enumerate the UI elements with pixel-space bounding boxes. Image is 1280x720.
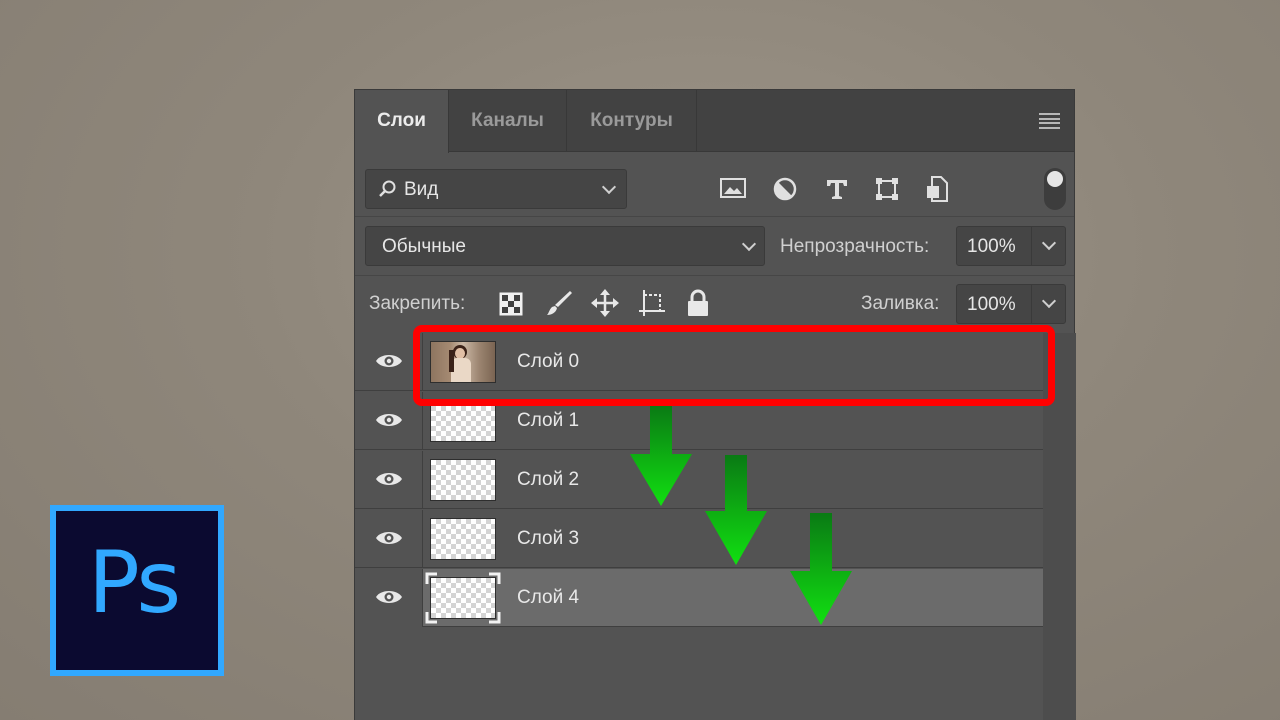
selection-brackets-icon	[425, 572, 501, 624]
layer-name[interactable]: Слой 4	[517, 569, 579, 627]
filter-toggle-switch[interactable]	[1044, 168, 1066, 210]
tab-paths[interactable]: Контуры	[567, 90, 697, 152]
green-arrow-icon	[705, 455, 767, 565]
highlight-frame	[413, 325, 1055, 406]
layer-row[interactable]: Слой 2	[355, 451, 1043, 509]
lock-image-icon[interactable]	[545, 289, 573, 317]
search-icon	[379, 180, 396, 197]
adjustment-filter-icon[interactable]	[773, 177, 797, 201]
fill-value: 100%	[967, 294, 1016, 315]
lock-position-icon[interactable]	[591, 289, 619, 317]
layer-row[interactable]: Слой 3	[355, 510, 1043, 568]
fill-label: Заливка:	[861, 293, 940, 314]
opacity-input[interactable]: 100%	[956, 226, 1066, 266]
shape-filter-icon[interactable]	[875, 177, 899, 201]
opacity-value: 100%	[967, 236, 1016, 257]
chevron-down-icon	[741, 236, 757, 252]
layer-filter-select[interactable]: Вид	[365, 169, 627, 209]
lock-transparent-icon[interactable]	[499, 292, 523, 316]
filter-kind-label: Вид	[404, 179, 439, 200]
image-filter-icon[interactable]	[720, 177, 746, 199]
smart-object-filter-icon[interactable]	[926, 176, 950, 202]
blend-mode-value: Обычные	[382, 236, 466, 257]
layer-thumbnail-transparent	[430, 459, 496, 501]
green-arrow-icon	[790, 513, 852, 625]
visibility-eye-icon[interactable]	[375, 587, 403, 607]
tab-channels[interactable]: Каналы	[449, 90, 567, 152]
lock-artboard-icon[interactable]	[638, 289, 666, 317]
green-arrow-icon	[630, 406, 692, 506]
layer-name[interactable]: Слой 3	[517, 510, 579, 568]
layer-thumbnail-transparent	[430, 518, 496, 560]
panel-tab-bar: Слои Каналы Контуры	[355, 90, 1074, 153]
logo-text: Ps	[88, 533, 181, 633]
visibility-eye-icon[interactable]	[375, 528, 403, 548]
chevron-down-icon[interactable]	[1041, 293, 1057, 309]
visibility-eye-icon[interactable]	[375, 469, 403, 489]
photoshop-logo: Ps	[50, 505, 224, 676]
layer-thumbnail-transparent	[430, 400, 496, 442]
blend-mode-select[interactable]: Обычные	[365, 226, 765, 266]
layer-name[interactable]: Слой 2	[517, 451, 579, 509]
fill-input[interactable]: 100%	[956, 284, 1066, 324]
layer-row-selected[interactable]: Слой 4	[355, 569, 1043, 627]
tab-layers[interactable]: Слои	[355, 90, 449, 153]
chevron-down-icon[interactable]	[1041, 235, 1057, 251]
type-filter-icon[interactable]	[825, 177, 849, 201]
lock-all-icon[interactable]	[686, 289, 710, 317]
visibility-eye-icon[interactable]	[375, 351, 403, 371]
visibility-eye-icon[interactable]	[375, 410, 403, 430]
opacity-label: Непрозрачность:	[780, 236, 930, 257]
chevron-down-icon	[601, 179, 617, 195]
lock-label: Закрепить:	[369, 293, 466, 314]
panel-menu-icon[interactable]	[1039, 113, 1060, 129]
